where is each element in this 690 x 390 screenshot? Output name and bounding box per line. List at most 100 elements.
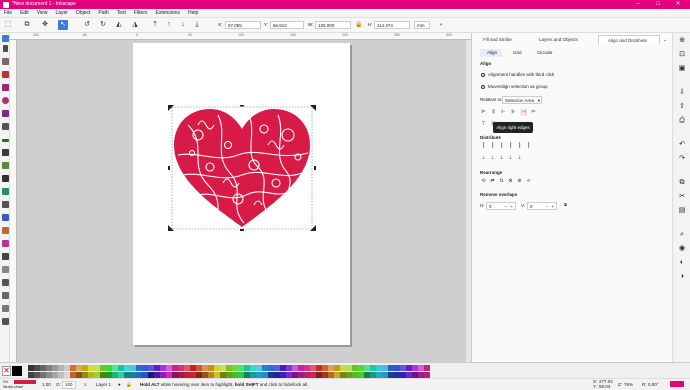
lower-to-bottom-icon[interactable]: ⤓: [192, 20, 202, 30]
stroke-value[interactable]: Unset: [14, 385, 23, 389]
gradient-tool-icon[interactable]: [1, 227, 9, 234]
overlap-h-field[interactable]: 0 − +: [486, 202, 516, 210]
flip-vertical-icon[interactable]: ◮: [130, 20, 140, 30]
opacity-field[interactable]: 100: [62, 381, 76, 389]
align-right-edges-icon[interactable]: ⊣: [520, 109, 527, 116]
alignment-handles-option[interactable]: Alignment handles with third click: [481, 72, 554, 78]
swatch-black[interactable]: [12, 366, 22, 376]
print-icon[interactable]: ⎙: [678, 117, 686, 125]
ellipse-tool-icon[interactable]: [1, 97, 9, 104]
layer-dropdown-icon[interactable]: ≡: [84, 381, 87, 389]
more-options-icon[interactable]: »: [436, 20, 446, 30]
distribute-icon[interactable]: ⊥: [480, 155, 487, 162]
xml-editor-icon[interactable]: ◑: [678, 273, 686, 281]
tweak-tool-icon[interactable]: [1, 266, 9, 273]
lock-ratio-icon[interactable]: 🔒: [354, 20, 364, 30]
menu-file[interactable]: File: [0, 9, 16, 18]
dropper-tool-icon[interactable]: [1, 253, 9, 260]
rearrange-icon[interactable]: ⇅: [498, 178, 505, 185]
subtab-align[interactable]: Align: [480, 49, 502, 57]
document-properties-icon[interactable]: ◐: [678, 259, 686, 267]
touch-selection-icon[interactable]: ↖: [58, 20, 68, 30]
menu-view[interactable]: View: [33, 9, 52, 18]
save-icon[interactable]: ▣: [678, 65, 686, 73]
deselect-icon[interactable]: ✥: [40, 20, 50, 30]
h-field[interactable]: 114.474: [374, 21, 410, 29]
color-swatch[interactable]: [424, 365, 430, 371]
paste-icon[interactable]: ▤: [678, 207, 686, 215]
menu-filters[interactable]: Filters: [130, 9, 152, 18]
menu-path[interactable]: Path: [94, 9, 112, 18]
canvas-display-mode-icon[interactable]: [670, 381, 684, 387]
x-field[interactable]: 57.055: [225, 21, 261, 29]
raise-icon[interactable]: ↑: [164, 20, 174, 30]
rearrange-icon[interactable]: ⊗: [507, 178, 514, 185]
align-left-edges-icon[interactable]: ⊫: [480, 109, 487, 116]
remove-overlaps-icon[interactable]: ⧈: [562, 202, 569, 209]
tab-layers-and-objects[interactable]: Layers and Objects: [530, 35, 598, 44]
tab-align-and-distribute[interactable]: Align and Distribute: [598, 35, 660, 44]
pen-tool-icon[interactable]: [1, 149, 9, 156]
minimize-icon[interactable]: –: [628, 0, 648, 9]
distribute-icon[interactable]: ⊥: [489, 155, 496, 162]
menu-edit[interactable]: Edit: [16, 9, 33, 18]
unit-select[interactable]: mm: [414, 21, 430, 29]
import-icon[interactable]: ⇩: [678, 89, 686, 97]
paint-bucket-tool-icon[interactable]: [1, 214, 9, 221]
fill-indicator[interactable]: [14, 380, 36, 384]
distribute-icon[interactable]: ⫿: [498, 143, 505, 150]
redo-icon[interactable]: ↷: [678, 155, 686, 163]
distribute-icon[interactable]: ⫿: [516, 143, 523, 150]
no-paint-icon[interactable]: ✕: [2, 366, 11, 376]
plus-icon[interactable]: +: [510, 203, 513, 210]
mesh-tool-icon[interactable]: [1, 240, 9, 247]
minus-icon[interactable]: −: [504, 203, 507, 210]
close-icon[interactable]: ✕: [668, 0, 688, 9]
subtab-grid[interactable]: Grid: [506, 49, 526, 57]
rotation-field[interactable]: 0.00°: [648, 381, 659, 389]
calligraphy-tool-icon[interactable]: [1, 162, 9, 169]
export-icon[interactable]: ⇧: [678, 103, 686, 111]
spray-tool-icon[interactable]: [1, 188, 9, 195]
select-all-layers-icon[interactable]: ⧉: [22, 20, 32, 30]
heart-lace-artwork[interactable]: [168, 104, 316, 231]
lock-icon[interactable]: 🔓: [126, 381, 132, 389]
node-tool-icon[interactable]: [2, 45, 8, 52]
visibility-icon[interactable]: ●: [118, 381, 121, 389]
zoom-tool-icon[interactable]: [1, 58, 9, 65]
rearrange-icon[interactable]: ⇄: [489, 178, 496, 185]
rearrange-icon[interactable]: ⟲: [480, 178, 487, 185]
distribute-icon[interactable]: ⊥: [507, 155, 514, 162]
find-icon[interactable]: ⌕: [678, 231, 686, 239]
rotate-ccw-icon[interactable]: ↺: [82, 20, 92, 30]
distribute-icon[interactable]: ⫿: [507, 143, 514, 150]
pages-tool-icon[interactable]: [1, 318, 9, 325]
tab-fill-and-stroke[interactable]: Fill and Stroke: [474, 35, 532, 44]
select-all-icon[interactable]: ⬚: [3, 20, 13, 30]
center-vertical-axis-icon[interactable]: ⫼: [490, 109, 497, 116]
distribute-icon[interactable]: ⫿: [525, 143, 532, 150]
3dbox-tool-icon[interactable]: [1, 84, 9, 91]
align-top-icon[interactable]: ⊤: [480, 121, 487, 128]
copy-icon[interactable]: ⧉: [678, 179, 686, 187]
eraser-tool-icon[interactable]: [1, 201, 9, 208]
align-right-anchor-icon[interactable]: ⊩: [500, 109, 507, 116]
open-icon[interactable]: ⊕: [678, 37, 686, 45]
w-field[interactable]: 125.000: [315, 21, 351, 29]
star-tool-icon[interactable]: [1, 110, 9, 117]
menu-layer[interactable]: Layer: [51, 9, 72, 18]
menu-help[interactable]: Help: [184, 9, 202, 18]
rearrange-icon[interactable]: ⊛: [516, 178, 523, 185]
preferences-icon[interactable]: ◉: [678, 245, 686, 253]
text-tool-icon[interactable]: [1, 175, 9, 182]
rearrange-icon[interactable]: ⋖: [525, 178, 532, 185]
menu-text[interactable]: Text: [113, 9, 130, 18]
distribute-icon[interactable]: ⊥: [516, 155, 523, 162]
spiral-tool-icon[interactable]: [1, 123, 9, 130]
distribute-icon[interactable]: ⊥: [498, 155, 505, 162]
plus-icon[interactable]: +: [551, 203, 554, 210]
chevron-down-icon[interactable]: ⌄: [661, 35, 671, 44]
align-right-icon[interactable]: ⊨: [530, 109, 537, 116]
lower-icon[interactable]: ↓: [178, 20, 188, 30]
connector-tool-icon[interactable]: [1, 279, 9, 286]
